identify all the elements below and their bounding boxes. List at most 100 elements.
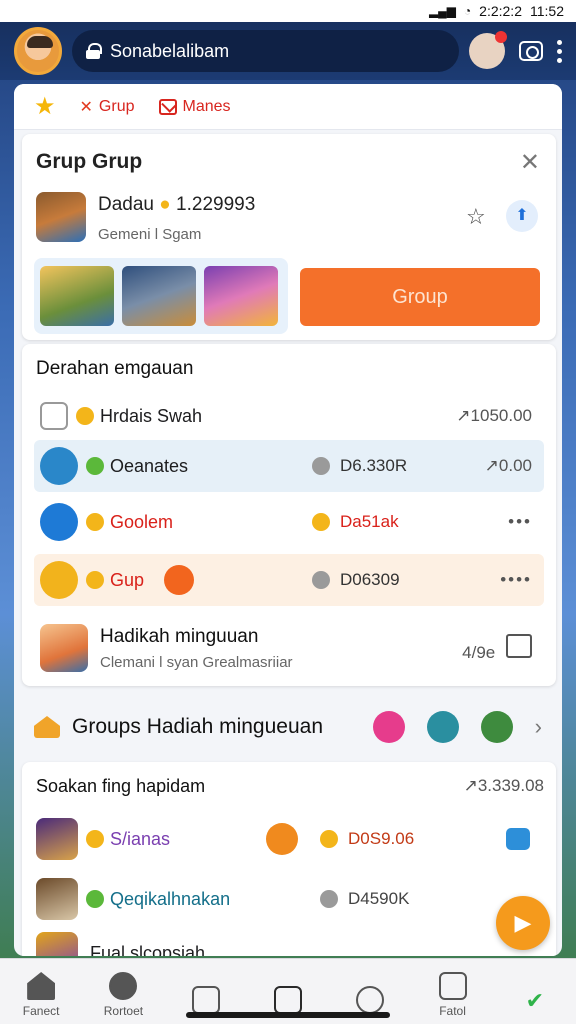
coin-icon [86,890,104,908]
nav-fatol[interactable]: Fatol [417,972,489,1018]
status-other: 2:2:2:2 [479,3,522,19]
shield-icon [164,565,195,595]
coin-icon [320,830,338,848]
nav-rortoet[interactable]: Rortoet [87,972,159,1018]
close-icon[interactable]: ✕ [520,148,540,177]
coin-icon [312,571,330,589]
star-outline-icon[interactable]: ☆ [466,204,486,230]
row-label: Hadikah minguuan [100,625,259,647]
status-time: 11:52 [530,3,564,19]
url-bar[interactable]: Sonabelalibam [72,30,459,72]
row-label: Fual slcopsiah [90,942,206,957]
list-row[interactable]: S/ianas D0S9.06 [34,814,544,864]
group-button[interactable]: Group [300,268,540,326]
coin-icon [86,571,104,589]
group-card-title: Grup Grup [36,150,143,173]
row-mid: D0S9.06 [312,829,414,849]
row-value: 4/9e [462,633,532,663]
tab-bar: ★ ✕ Grup Manes [14,84,562,130]
reward-list-card: Derahan emgauan Hrdais Swah ↗1050.00 Oea… [22,344,556,686]
camera-icon[interactable] [519,41,543,61]
tab-label: Grup [98,97,135,115]
bottom-list-card: Soakan fing hapidam ↗3.339.08 S/ianas D0… [22,762,556,956]
coin-icon [86,457,104,475]
nav-label: Rortoet [103,1004,144,1018]
profile-avatar[interactable] [36,192,86,242]
category-row: Groups Hadiah mingueuan › [14,698,562,756]
play-icon [40,503,78,541]
fab-action-button[interactable]: ▶ [496,896,550,950]
check-coin-icon [40,561,78,599]
menu-kebab-icon[interactable] [557,39,562,63]
window-icon[interactable] [506,633,532,658]
coin-icon [86,830,104,848]
signal-icon: ▂▄▆ [428,4,456,18]
badge-icon[interactable] [506,828,530,850]
game-thumbnail[interactable] [122,266,196,326]
share-icon[interactable]: ⬆ [506,200,538,232]
game-thumbnail [36,932,78,956]
profile-name: Dadau ● 1.229993 [98,194,256,215]
home-indicator[interactable] [186,1012,390,1018]
section-title: Soakan fing hapidam [36,776,206,796]
star-coin-icon [86,513,104,531]
section-title: Derahan emgauan [36,358,194,379]
lock-box-icon [40,402,68,430]
box-icon [438,972,467,1000]
list-row[interactable]: Goolem Da51ak ••• [34,496,544,548]
fruit-icon [266,823,298,855]
row-label: S/ianas [110,828,171,849]
coin-icon [76,407,94,425]
profile-face-icon[interactable] [469,31,507,69]
list-row[interactable]: Hadikah minguuan Clemani l syan Grealmas… [34,616,544,680]
nav-home[interactable]: Fanect [5,972,77,1018]
list-row[interactable]: Fual slcopsiah [34,928,544,956]
house-icon [34,716,60,738]
ghost-icon[interactable] [426,711,459,743]
game-thumbnail[interactable] [204,266,278,326]
row-label: Hrdais Swah [100,405,203,426]
row-mid: D4590K [312,889,409,909]
bell-icon [109,972,138,1000]
star-icon [273,986,302,1014]
more-icon[interactable]: •••• [500,570,532,590]
row-mid: D06309 [304,570,400,590]
list-row[interactable]: Gup D06309 •••• [34,554,544,606]
app-bar-actions [469,31,562,69]
nav-label: Fatol [439,1004,466,1018]
coin-icon [312,457,330,475]
category-icons: › [372,711,542,743]
lock-icon [86,43,102,59]
group-card: Grup Grup ✕ Dadau ● 1.229993 Gemeni l Sg… [22,134,556,340]
chevron-right-icon[interactable]: › [535,714,542,740]
coin-icon: ● [159,194,171,215]
badge-x-icon: ✕ [79,98,93,116]
star-icon[interactable]: ★ [34,92,56,121]
tab-grup[interactable]: ✕ Grup [80,97,135,117]
list-row[interactable]: Oeanates D6.330R ↗0.00 [34,440,544,492]
robot-icon [40,447,78,485]
mail-icon [158,98,177,115]
section-value: ↗3.339.08 [463,776,544,795]
nav-check[interactable]: ✔ [499,988,571,1018]
game-thumbnail[interactable] [40,266,114,326]
row-label: Goolem [110,511,174,532]
monster-icon[interactable] [480,711,513,743]
list-row[interactable]: Qeqikalhnakan D4590K [34,874,544,924]
user-avatar[interactable] [14,27,62,75]
coin-icon [312,513,330,531]
row-value: ↗0.00 [484,456,532,475]
nav-label: Fanect [22,1004,60,1018]
player-avatar [40,624,88,672]
category-title: Groups Hadiah mingueuan [72,715,323,738]
close-circle-icon[interactable] [372,711,405,743]
clock-icon [356,986,385,1014]
list-row[interactable]: Hrdais Swah ↗1050.00 [34,390,544,442]
main-panel: ★ ✕ Grup Manes Grup Grup ✕ Dadau ● 1.229… [14,84,562,956]
row-mid: D6.330R [304,456,407,476]
tab-manes[interactable]: Manes [158,98,231,116]
check-icon: ✔ [525,988,545,1013]
more-icon[interactable]: ••• [508,512,532,532]
row-value: ↗1050.00 [456,406,532,425]
row-mid: Da51ak [304,512,399,532]
